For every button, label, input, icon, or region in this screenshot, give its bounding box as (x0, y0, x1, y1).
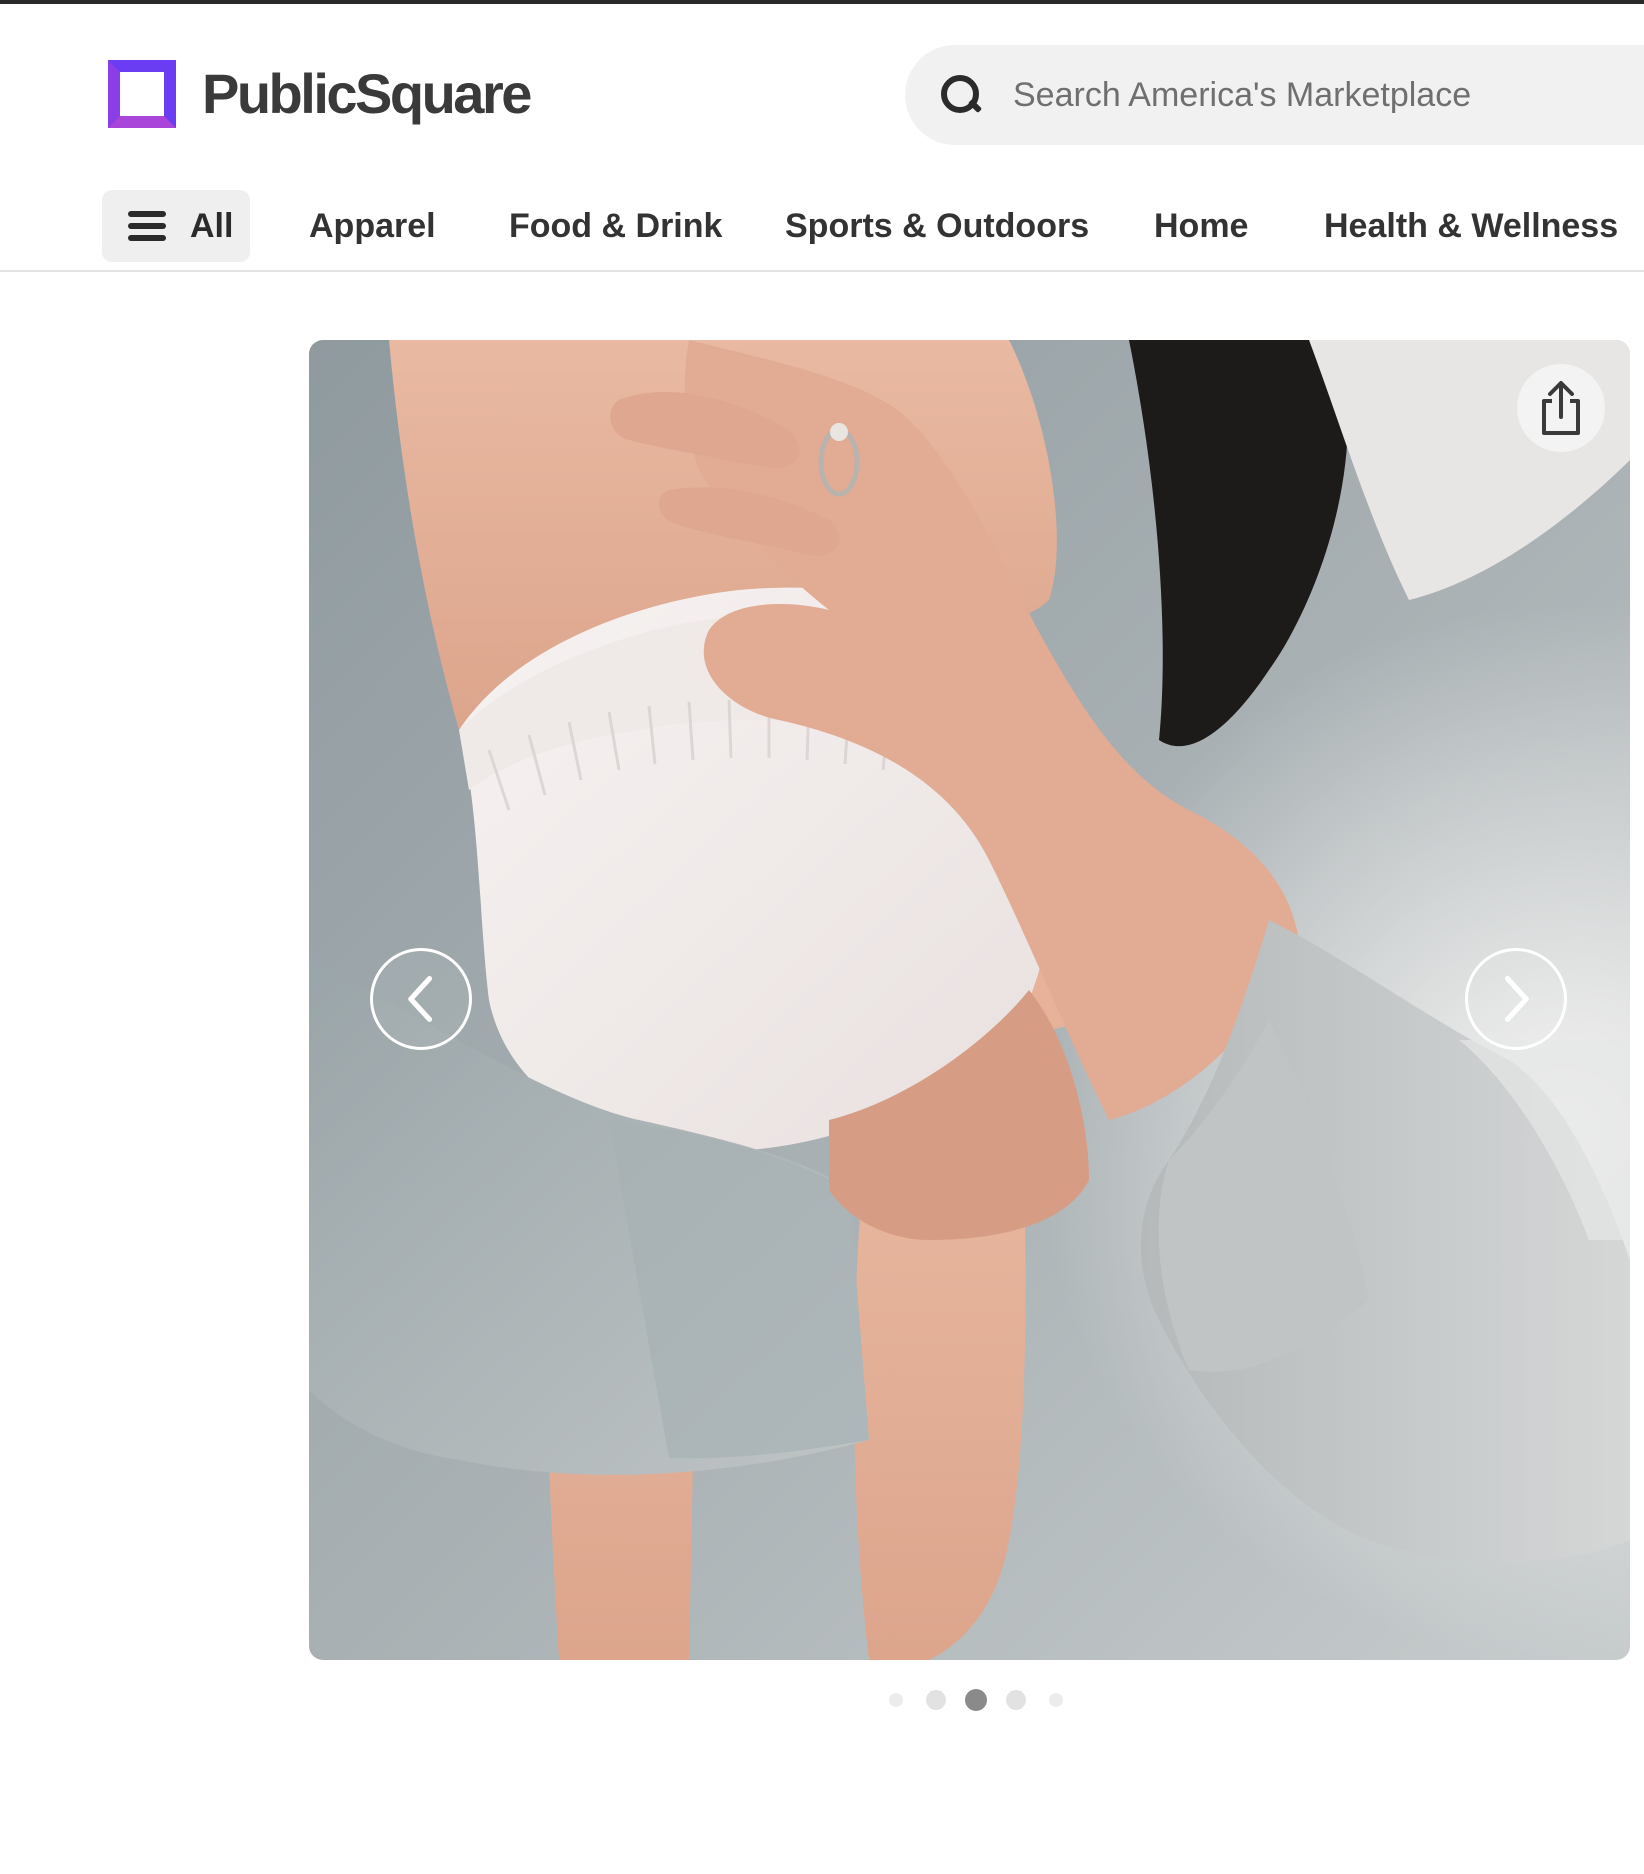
site-header: PublicSquare All Apparel Food & Drink Sp… (0, 4, 1644, 272)
menu-icon (128, 211, 166, 241)
brand-name: PublicSquare (202, 62, 532, 125)
nav-item-food-drink[interactable]: Food & Drink (509, 206, 722, 246)
carousel-pagination (0, 1688, 1644, 1712)
publicsquare-logo[interactable]: PublicSquare (108, 60, 532, 128)
nav-item-health-wellness[interactable]: Health & Wellness (1324, 206, 1618, 246)
search-icon[interactable] (939, 73, 983, 117)
chevron-left-icon (408, 976, 433, 1022)
search-input[interactable] (1013, 75, 1644, 115)
category-nav: All Apparel Food & Drink Sports & Outdoo… (0, 186, 1644, 266)
nav-item-apparel[interactable]: Apparel (309, 206, 436, 246)
share-button[interactable] (1517, 364, 1605, 452)
product-image-carousel[interactable] (309, 340, 1630, 1660)
all-categories-label: All (190, 206, 234, 245)
nav-item-home[interactable]: Home (1154, 206, 1248, 246)
carousel-dot[interactable] (1049, 1693, 1063, 1707)
square-outline-logo-icon (108, 60, 176, 128)
previous-slide-button[interactable] (370, 948, 472, 1050)
nav-item-sports-outdoors[interactable]: Sports & Outdoors (785, 206, 1089, 246)
carousel-dot[interactable] (965, 1689, 987, 1711)
chevron-right-icon (1504, 976, 1529, 1022)
share-icon (1542, 381, 1580, 435)
all-categories-button[interactable]: All (102, 190, 250, 262)
carousel-dot[interactable] (889, 1693, 903, 1707)
carousel-dot[interactable] (926, 1690, 946, 1710)
search-bar[interactable] (905, 45, 1644, 145)
carousel-dot[interactable] (1006, 1690, 1026, 1710)
next-slide-button[interactable] (1465, 948, 1567, 1050)
product-photo (309, 340, 1630, 1660)
